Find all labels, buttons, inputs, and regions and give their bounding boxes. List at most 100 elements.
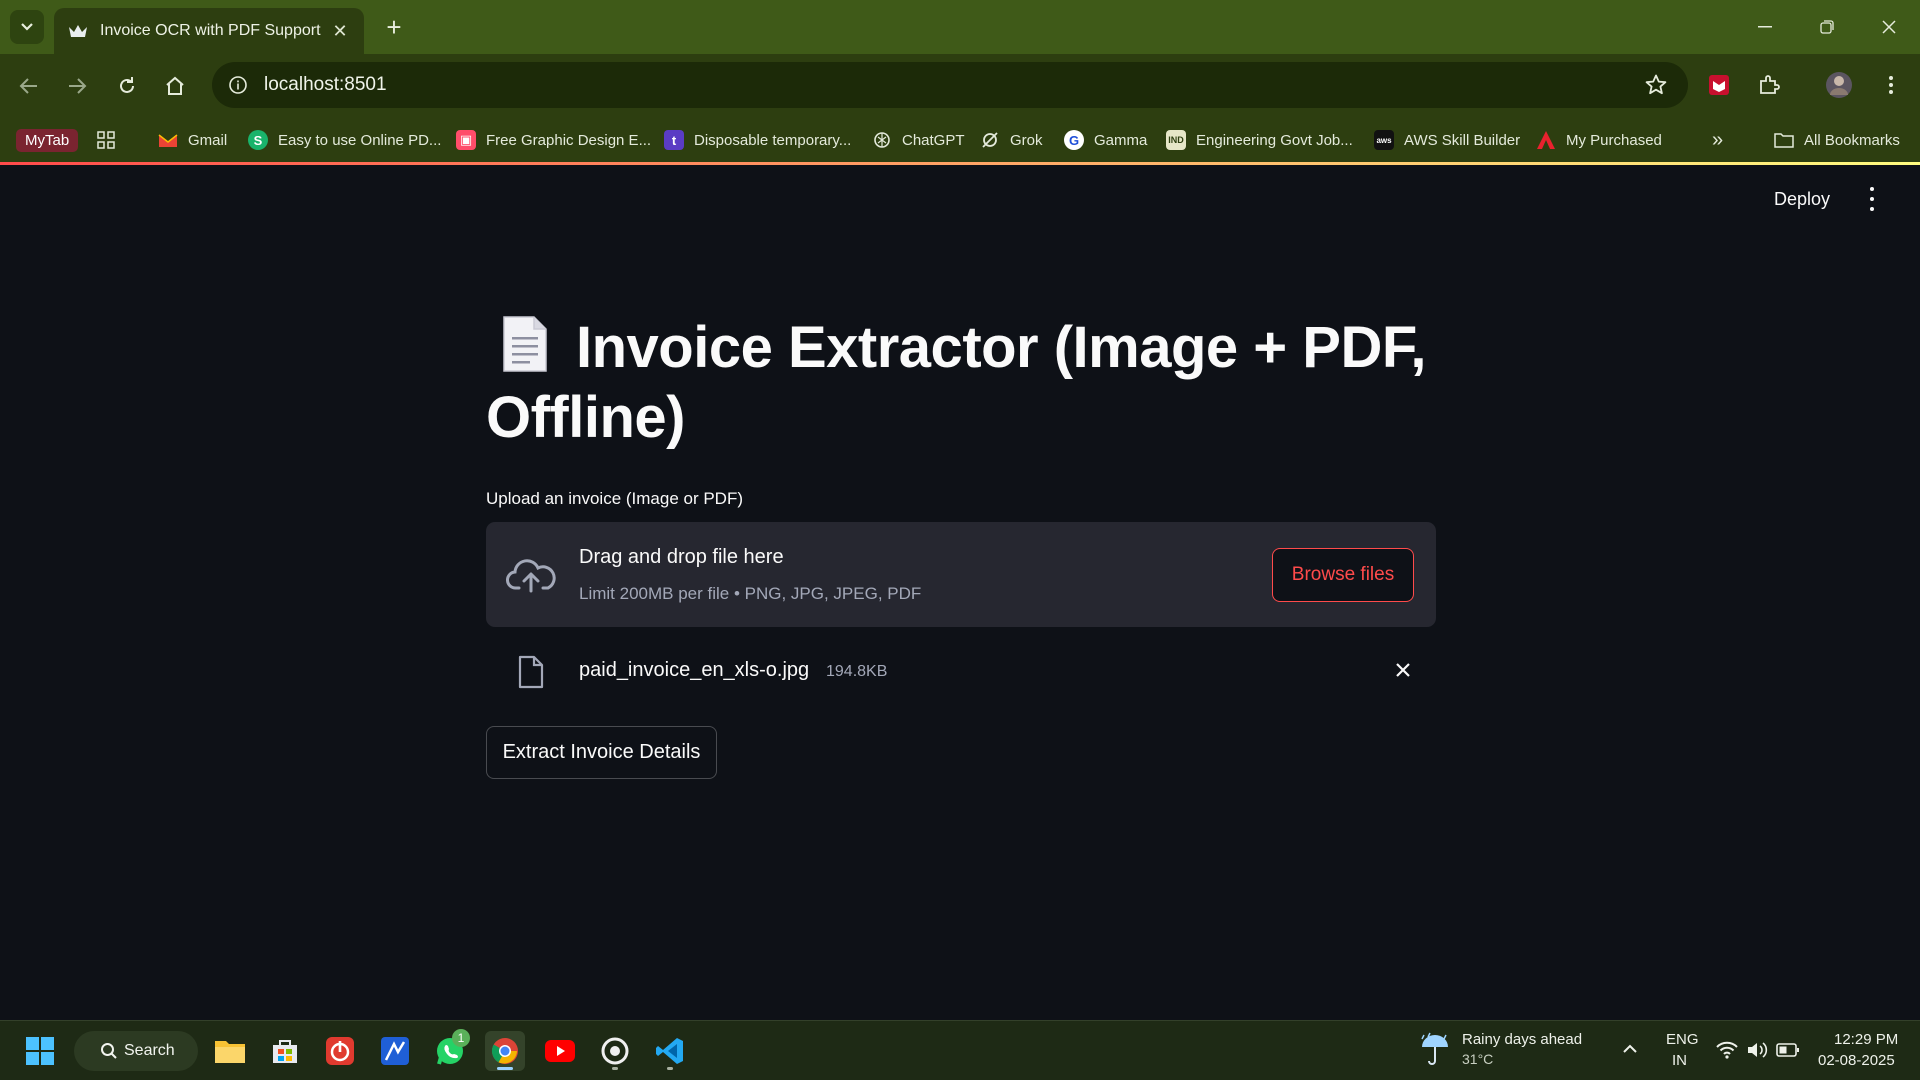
clock-date: 02-08-2025 bbox=[1818, 1052, 1895, 1069]
bookmark-star-icon[interactable] bbox=[1644, 73, 1668, 97]
extract-invoice-button[interactable]: Extract Invoice Details bbox=[486, 726, 717, 779]
page-title-text: Invoice Extractor (Image + PDF, Offline) bbox=[486, 315, 1426, 450]
app-main: Deploy Invoice Extractor (Image + PDF, O… bbox=[0, 165, 1920, 1020]
remove-file-icon[interactable] bbox=[1390, 657, 1416, 683]
bookmark-mytab[interactable]: MyTab bbox=[16, 126, 79, 154]
browser-menu-icon[interactable] bbox=[1874, 68, 1908, 102]
s-logo-icon: S bbox=[248, 130, 268, 150]
active-tab[interactable]: Invoice OCR with PDF Support ✕ bbox=[54, 8, 364, 54]
browser-tab-strip: Invoice OCR with PDF Support ✕ + bbox=[0, 0, 1920, 54]
bookmark-graphic-design[interactable]: ▣ Free Graphic Design E... bbox=[456, 126, 651, 154]
url-text: localhost:8501 bbox=[264, 74, 387, 95]
forward-arrow-icon[interactable] bbox=[60, 69, 94, 103]
file-dropzone[interactable]: Drag and drop file here Limit 200MB per … bbox=[486, 522, 1436, 627]
deploy-button[interactable]: Deploy bbox=[1774, 189, 1830, 210]
windows-start-icon[interactable] bbox=[20, 1031, 60, 1071]
streamlit-crown-icon bbox=[68, 21, 88, 41]
tab-close-icon[interactable]: ✕ bbox=[330, 21, 350, 42]
bookmark-label: Free Graphic Design E... bbox=[486, 131, 652, 149]
app-menu-icon[interactable] bbox=[1866, 187, 1878, 211]
whatsapp-icon[interactable]: 1 bbox=[430, 1029, 470, 1071]
weather-temperature: 31°C bbox=[1462, 1051, 1494, 1067]
bookmark-label: MyTab bbox=[16, 128, 79, 152]
cloud-upload-icon bbox=[506, 555, 556, 595]
browse-files-button[interactable]: Browse files bbox=[1272, 548, 1414, 602]
home-icon[interactable] bbox=[158, 69, 192, 103]
extensions-puzzle-icon[interactable] bbox=[1752, 68, 1786, 102]
design-tool-icon: ▣ bbox=[456, 130, 476, 150]
bookmark-label: Gmail bbox=[188, 131, 228, 149]
back-arrow-icon[interactable] bbox=[12, 69, 46, 103]
uploaded-file-item: paid_invoice_en_xls-o.jpg 194.8KB bbox=[486, 643, 1436, 699]
all-bookmarks-folder[interactable]: All Bookmarks bbox=[1774, 126, 1900, 154]
reload-icon[interactable] bbox=[110, 69, 144, 103]
bookmark-online-pdf[interactable]: S Easy to use Online PD... bbox=[248, 126, 441, 154]
wifi-icon[interactable] bbox=[1716, 1041, 1738, 1064]
bookmark-label: Grok bbox=[1010, 131, 1043, 149]
chatgpt-icon bbox=[872, 130, 892, 150]
search-icon bbox=[100, 1042, 118, 1065]
bookmarks-bar: MyTab Gmail S Easy to use Online PD... ▣… bbox=[0, 116, 1920, 164]
running-app-indicator bbox=[667, 1067, 673, 1070]
tab-search-chevron-icon[interactable] bbox=[10, 10, 44, 44]
bookmark-label: Gamma bbox=[1094, 131, 1148, 149]
windows-taskbar: Search 1 Rainy days ahead 31°C ENG IN 12… bbox=[0, 1020, 1920, 1080]
language-region: IN bbox=[1672, 1052, 1687, 1069]
microsoft-store-icon[interactable] bbox=[265, 1031, 305, 1071]
folder-icon bbox=[1774, 130, 1794, 150]
bookmark-gmail[interactable]: Gmail bbox=[158, 126, 227, 154]
site-info-icon[interactable] bbox=[226, 73, 250, 97]
browser-toolbar: localhost:8501 bbox=[0, 54, 1920, 116]
address-bar[interactable]: localhost:8501 bbox=[212, 62, 1688, 108]
more-bookmarks-chevron-icon[interactable]: » bbox=[1712, 126, 1723, 154]
bookmark-govt-jobs[interactable]: IND Engineering Govt Job... bbox=[1166, 126, 1353, 154]
active-app-indicator bbox=[497, 1067, 513, 1070]
window-close-icon[interactable] bbox=[1866, 10, 1912, 44]
running-app-indicator bbox=[612, 1067, 618, 1070]
bookmark-label: My Purchased bbox=[1566, 131, 1662, 149]
bookmark-gamma[interactable]: G Gamma bbox=[1064, 126, 1147, 154]
bookmark-temp-mail[interactable]: t Disposable temporary... bbox=[664, 126, 851, 154]
apps-grid-icon[interactable] bbox=[96, 126, 116, 154]
aws-icon: aws bbox=[1374, 130, 1394, 150]
page-title-row: Invoice Extractor (Image + PDF, Offline) bbox=[486, 313, 1446, 453]
dropzone-title: Drag and drop file here bbox=[579, 546, 784, 568]
t-logo-icon: t bbox=[664, 130, 684, 150]
page-title: Invoice Extractor (Image + PDF, Offline) bbox=[486, 313, 1446, 453]
uploaded-file-size: 194.8KB bbox=[826, 663, 888, 680]
power-app-icon[interactable] bbox=[320, 1031, 360, 1071]
github-desktop-icon[interactable] bbox=[595, 1031, 635, 1071]
clock-time[interactable]: 12:29 PM bbox=[1834, 1031, 1898, 1048]
restore-icon[interactable] bbox=[1804, 10, 1850, 44]
battery-icon[interactable] bbox=[1776, 1042, 1800, 1063]
show-hidden-icons-chevron-icon[interactable] bbox=[1622, 1041, 1638, 1059]
taskbar-search[interactable]: Search bbox=[74, 1031, 198, 1071]
dropzone-hint: Limit 200MB per file • PNG, JPG, JPEG, P… bbox=[579, 584, 922, 603]
language-primary[interactable]: ENG bbox=[1666, 1031, 1699, 1048]
document-icon bbox=[502, 315, 548, 373]
minimize-icon[interactable] bbox=[1742, 10, 1788, 44]
search-label: Search bbox=[124, 1042, 175, 1059]
bookmark-label: ChatGPT bbox=[902, 131, 965, 149]
uploaded-file-name: paid_invoice_en_xls-o.jpg bbox=[579, 659, 810, 681]
grok-icon bbox=[980, 130, 1000, 150]
profile-avatar[interactable] bbox=[1822, 68, 1856, 102]
volume-icon[interactable] bbox=[1746, 1041, 1768, 1064]
youtube-icon[interactable] bbox=[540, 1031, 580, 1071]
analytics-app-icon[interactable] bbox=[375, 1031, 415, 1071]
bookmark-grok[interactable]: Grok bbox=[980, 126, 1043, 154]
new-tab-plus-icon[interactable]: + bbox=[380, 14, 408, 42]
whatsapp-notification-badge: 1 bbox=[452, 1029, 470, 1047]
mcafee-extension-icon[interactable] bbox=[1702, 68, 1736, 102]
bookmark-aws[interactable]: aws AWS Skill Builder bbox=[1374, 126, 1520, 154]
adobe-icon bbox=[1536, 130, 1556, 150]
bookmark-label: All Bookmarks bbox=[1804, 131, 1900, 149]
bookmark-my-purchased[interactable]: My Purchased bbox=[1536, 126, 1662, 154]
tab-title: Invoice OCR with PDF Support bbox=[100, 22, 321, 39]
file-explorer-icon[interactable] bbox=[210, 1031, 250, 1071]
chrome-icon[interactable] bbox=[485, 1031, 525, 1071]
bookmark-chatgpt[interactable]: ChatGPT bbox=[872, 126, 965, 154]
vscode-icon[interactable] bbox=[650, 1031, 690, 1071]
weather-title[interactable]: Rainy days ahead bbox=[1462, 1031, 1582, 1048]
govt-jobs-icon: IND bbox=[1166, 130, 1186, 150]
